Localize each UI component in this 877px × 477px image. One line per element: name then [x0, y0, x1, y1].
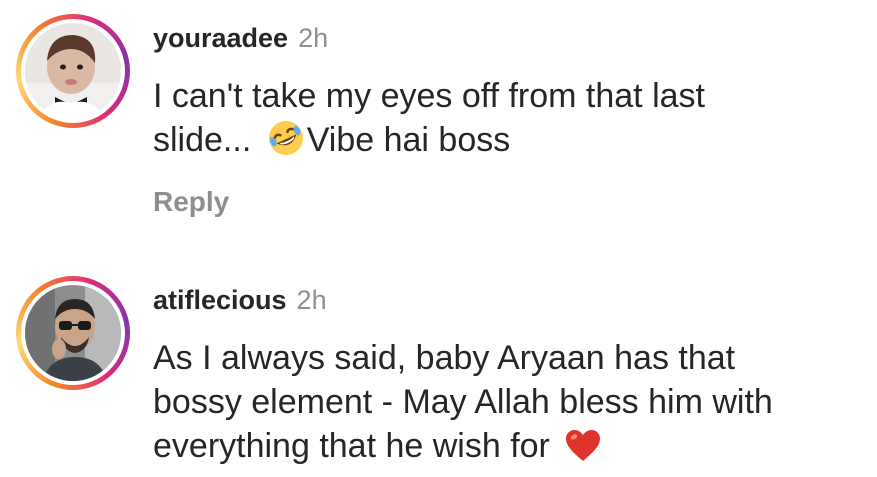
comment-body: youraadee 2h I can't take my eyes off fro… [153, 18, 853, 218]
avatar-image [25, 285, 121, 381]
comment-header: atiflecious 2h [153, 280, 853, 320]
comment-text-fragment: everything that he wish for [153, 427, 560, 465]
story-ring[interactable] [16, 14, 130, 128]
timestamp: 2h [296, 285, 327, 315]
comment-text-line: bossy element - May Allah bless him with [153, 383, 773, 421]
comment-text: I can't take my eyes off from that last … [153, 74, 853, 168]
comment-text: As I always said, baby Aryaan has that b… [153, 336, 853, 474]
comment-body: atiflecious 2h As I always said, baby Ary… [153, 280, 853, 474]
timestamp: 2h [298, 23, 329, 53]
avatar[interactable] [25, 23, 121, 119]
avatar-image [25, 23, 121, 119]
story-ring[interactable] [16, 276, 130, 390]
avatar-frame [21, 281, 125, 385]
username[interactable]: youraadee [153, 23, 288, 53]
comment-item: youraadee 2h I can't take my eyes off fro… [0, 0, 877, 240]
comment-item: atiflecious 2h As I always said, baby Ary… [0, 262, 877, 477]
red-heart-emoji [565, 429, 601, 474]
comment-text-line: I can't take my eyes off from that last [153, 77, 705, 115]
comment-text-fragment: slide... [153, 121, 261, 159]
comment-header: youraadee 2h [153, 18, 853, 58]
comment-text-line: everything that he wish for [153, 424, 853, 474]
comment-text-fragment: Vibe hai boss [306, 121, 511, 159]
rolling-on-floor-laughing-emoji [267, 119, 305, 168]
username[interactable]: atiflecious [153, 285, 287, 315]
comment-text-line: As I always said, baby Aryaan has that [153, 339, 736, 377]
avatar-frame [21, 19, 125, 123]
reply-button[interactable]: Reply [153, 186, 229, 218]
comment-text-line: slide... Vibe hai boss [153, 118, 853, 168]
avatar[interactable] [25, 285, 121, 381]
